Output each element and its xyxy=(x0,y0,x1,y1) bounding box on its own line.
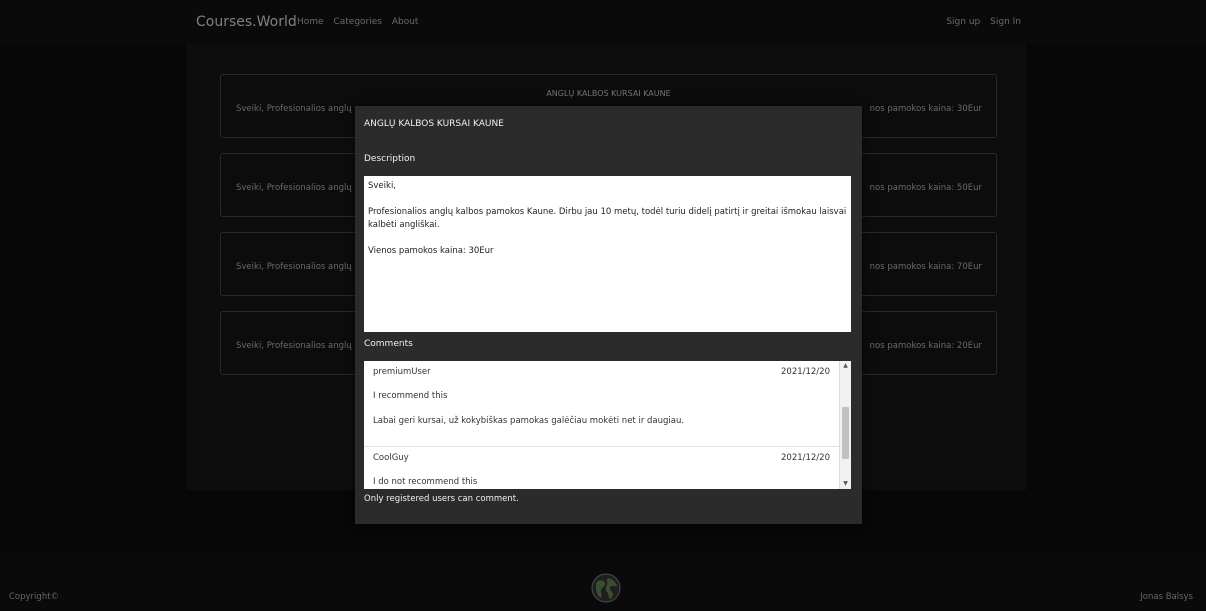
comment-login-note: Only registered users can comment. xyxy=(364,494,519,504)
comment-date: 2021/12/20 xyxy=(781,453,830,463)
comment-user: premiumUser xyxy=(373,367,431,377)
scroll-up-arrow-icon[interactable]: ▲ xyxy=(840,361,851,371)
description-paragraph: Profesionalios anglų kalbos pamokos Kaun… xyxy=(368,207,847,230)
comment-date: 2021/12/20 xyxy=(781,367,830,377)
scroll-thumb[interactable] xyxy=(842,407,849,459)
comment-recommendation: I recommend this xyxy=(373,391,448,401)
comments-scrollbar[interactable]: ▲ ▼ xyxy=(839,361,851,489)
page: Courses.World Home Categories About Sign… xyxy=(0,0,1206,611)
comment-body: Labai geri kursai, už kokybiškas pamokas… xyxy=(373,416,685,426)
comment-recommendation: I do not recommend this xyxy=(373,477,478,487)
description-greeting: Sveiki, xyxy=(368,181,397,191)
description-price: Vienos pamokos kaina: 30Eur xyxy=(368,246,494,256)
comment-item: premiumUser 2021/12/20 I recommend this … xyxy=(364,361,840,447)
comments-label: Comments xyxy=(364,339,413,349)
modal-title: ANGLŲ KALBOS KURSAI KAUNE xyxy=(364,119,504,129)
course-details-modal: ANGLŲ KALBOS KURSAI KAUNE Description Sv… xyxy=(355,106,862,524)
comment-user: CoolGuy xyxy=(373,453,409,463)
description-box: Sveiki, Profesionalios anglų kalbos pamo… xyxy=(364,176,851,332)
scroll-down-arrow-icon[interactable]: ▼ xyxy=(840,479,851,489)
comment-item: CoolGuy 2021/12/20 I do not recommend th… xyxy=(364,447,840,489)
description-label: Description xyxy=(364,154,416,164)
comments-list[interactable]: premiumUser 2021/12/20 I recommend this … xyxy=(364,361,851,489)
